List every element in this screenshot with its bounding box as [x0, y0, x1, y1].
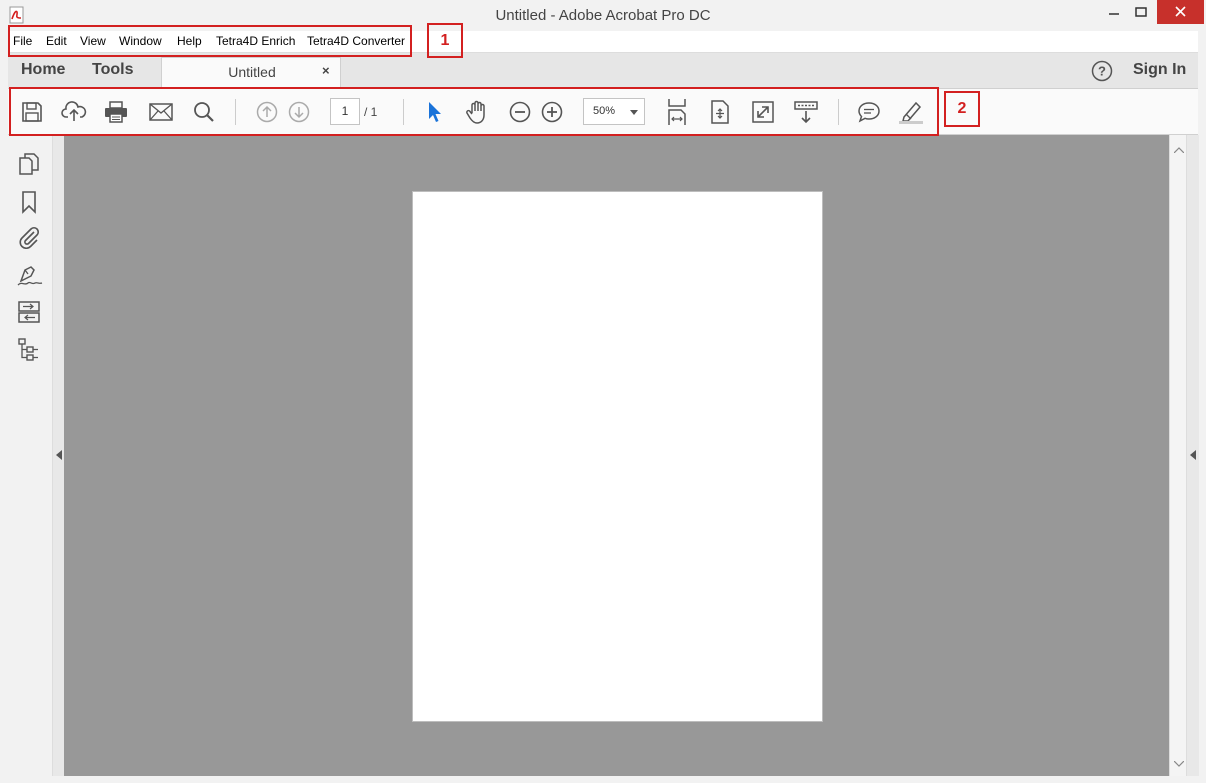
chevron-left-icon: [1190, 450, 1196, 460]
window-title: Untitled - Adobe Acrobat Pro DC: [495, 7, 711, 24]
right-panel-toggle[interactable]: [1186, 135, 1199, 776]
layers-icon[interactable]: [17, 300, 41, 324]
page-thumbnails-icon[interactable]: [17, 152, 41, 176]
tab-home[interactable]: Home: [21, 61, 65, 79]
sign-in-link[interactable]: Sign In: [1133, 61, 1186, 79]
content-tree-icon[interactable]: [17, 337, 41, 361]
annotation-box-toolbar: [9, 87, 939, 136]
annotation-label-1: 1: [427, 23, 463, 58]
left-navigation-rail: [8, 135, 52, 776]
help-icon[interactable]: ?: [1091, 60, 1113, 82]
tab-document[interactable]: Untitled ×: [161, 57, 341, 89]
scroll-down-icon[interactable]: [1174, 761, 1184, 767]
chevron-left-icon: [56, 450, 62, 460]
scroll-up-icon[interactable]: [1174, 147, 1184, 153]
pdf-page[interactable]: [412, 191, 823, 722]
svg-text:?: ?: [1098, 64, 1106, 79]
vertical-scrollbar[interactable]: [1169, 135, 1187, 776]
maximize-button[interactable]: [1127, 0, 1155, 24]
close-tab-icon[interactable]: ×: [322, 63, 330, 78]
bookmark-icon[interactable]: [17, 190, 41, 214]
document-tab-label: Untitled: [228, 64, 276, 80]
signature-icon[interactable]: [17, 263, 43, 287]
attachment-icon[interactable]: [17, 225, 41, 249]
close-window-button[interactable]: [1157, 0, 1204, 24]
tabs-row: Home Tools Untitled × ? Sign In: [8, 53, 1198, 89]
tab-tools[interactable]: Tools: [92, 61, 133, 79]
annotation-label-2: 2: [944, 91, 980, 127]
annotation-box-menu: [8, 25, 412, 57]
document-viewer[interactable]: [64, 135, 1169, 776]
